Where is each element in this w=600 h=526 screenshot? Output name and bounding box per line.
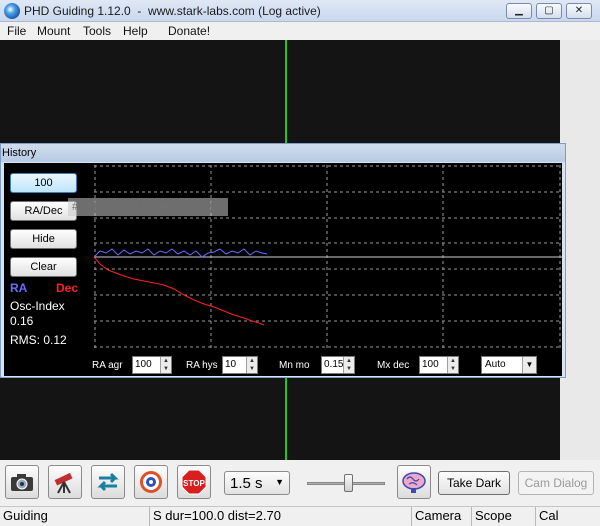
status-main: Guiding [0, 507, 150, 526]
guide-target-icon [140, 471, 162, 493]
history-title-bar[interactable]: History [1, 144, 565, 162]
dec-mode-select[interactable]: Auto ▼ [481, 356, 537, 374]
brain-icon [402, 472, 426, 493]
loop-exposure-button[interactable] [91, 465, 125, 499]
min-move-stepper[interactable]: 0.15 ▲ ▼ [321, 356, 355, 374]
chevron-down-icon[interactable]: ▼ [275, 477, 284, 487]
maximize-button[interactable]: ▢ [536, 3, 562, 19]
status-info: S dur=100.0 dist=2.70 [150, 507, 412, 526]
osc-index-label: Osc-Index [10, 299, 65, 313]
guide-button[interactable] [134, 465, 168, 499]
telescope-icon [54, 472, 73, 494]
stepper-arrows-icon[interactable]: ▲ ▼ [160, 357, 171, 373]
app-icon [4, 3, 20, 19]
menu-tools[interactable]: Tools [83, 24, 111, 38]
mount-connect-button[interactable] [48, 465, 82, 499]
ra-aggr-value: 100 [135, 359, 152, 370]
dec-mode-value: Auto [485, 359, 506, 370]
ra-trace [94, 248, 268, 258]
ra-hys-stepper[interactable]: 10 ▲ ▼ [222, 356, 258, 374]
legend-dec: Dec [56, 281, 79, 295]
ra-hys-label: RA hys [186, 360, 218, 371]
hide-button[interactable]: Hide [10, 229, 77, 249]
legend-ra: RA [10, 281, 28, 295]
menu-help[interactable]: Help [123, 24, 148, 38]
gamma-slider-handle[interactable] [344, 474, 353, 492]
bottom-toolbar: STOP 1.5 s ▼ Take Dark Cam Dialog [0, 460, 600, 506]
history-title: History [2, 147, 37, 159]
ra-hys-value: 10 [225, 359, 237, 370]
stepper-arrows-icon[interactable]: ▲ ▼ [343, 357, 354, 373]
max-dec-stepper[interactable]: 100 ▲ ▼ [419, 356, 459, 374]
ra-aggr-label: RA agr [92, 360, 123, 371]
history-length-button[interactable]: 100 [10, 173, 77, 193]
exposure-duration-select[interactable]: 1.5 s ▼ [224, 471, 290, 495]
menu-file[interactable]: File [7, 24, 26, 38]
history-window: History 100 RA/Dec Hide Clear RA Dec Osc… [0, 143, 566, 378]
history-length-tooltip: # of frames of history to display [68, 198, 229, 216]
loop-icon [97, 472, 119, 492]
ra-dec-mode-button[interactable]: RA/Dec [10, 201, 77, 221]
cam-dialog-button[interactable]: Cam Dialog [518, 471, 594, 495]
close-button[interactable]: ✕ [566, 3, 592, 19]
minimize-button[interactable]: ▁ [506, 3, 532, 19]
history-panel: 100 RA/Dec Hide Clear RA Dec Osc-Index 0… [4, 163, 562, 376]
stop-icon: STOP [181, 469, 207, 495]
status-cal: Cal [539, 508, 559, 523]
menu-mount[interactable]: Mount [37, 24, 70, 38]
advanced-settings-button[interactable] [397, 465, 431, 499]
osc-index-value: 0.16 [10, 314, 34, 328]
exposure-value: 1.5 s [230, 475, 263, 492]
min-move-value: 0.15 [324, 359, 344, 370]
guide-history-graph [94, 165, 562, 348]
menu-bar: File Mount Tools Help Donate! [0, 22, 600, 40]
min-move-label: Mn mo [279, 360, 310, 371]
image-margin [560, 40, 600, 460]
phd-guiding-window: PHD Guiding 1.12.0 - www.stark-labs.com … [0, 0, 600, 526]
stepper-arrows-icon[interactable]: ▲ ▼ [447, 357, 458, 373]
svg-text:STOP: STOP [183, 479, 205, 488]
dec-trace [94, 256, 265, 326]
menu-donate[interactable]: Donate! [168, 24, 210, 38]
clear-button[interactable]: Clear [10, 257, 77, 277]
stop-button[interactable]: STOP [177, 465, 211, 499]
status-bar: Guiding S dur=100.0 dist=2.70 Camera Sco… [0, 506, 600, 526]
camera-connect-button[interactable] [5, 465, 39, 499]
stepper-arrows-icon[interactable]: ▲ ▼ [246, 357, 257, 373]
max-dec-label: Mx dec [377, 360, 410, 371]
max-dec-value: 100 [422, 359, 439, 370]
title-bar: PHD Guiding 1.12.0 - www.stark-labs.com … [0, 0, 600, 22]
rms-value: RMS: 0.12 [10, 333, 67, 347]
status-camera: Camera [412, 507, 472, 526]
camera-icon [11, 474, 33, 491]
ra-aggr-stepper[interactable]: 100 ▲ ▼ [132, 356, 172, 374]
status-scope: Scope [472, 507, 536, 526]
chevron-down-icon[interactable]: ▼ [522, 357, 536, 373]
window-title: PHD Guiding 1.12.0 - www.stark-labs.com … [24, 4, 321, 18]
take-dark-button[interactable]: Take Dark [438, 471, 510, 495]
